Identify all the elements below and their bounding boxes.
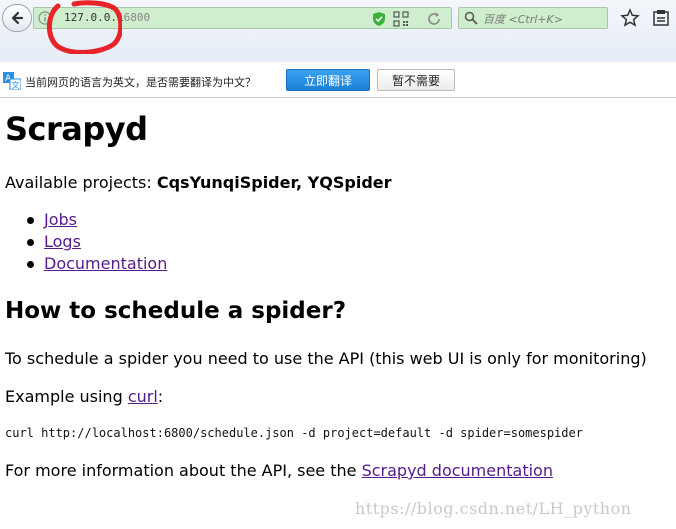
nav-links: Jobs Logs Documentation xyxy=(5,209,167,275)
more-info-text: For more information about the API, see … xyxy=(5,461,362,480)
not-now-button[interactable]: 暂不需要 xyxy=(377,69,455,91)
info-icon xyxy=(38,11,52,25)
watermark: https://blog.csdn.net/LH_python xyxy=(355,499,632,518)
more-info-line: For more information about the API, see … xyxy=(5,461,553,481)
schedule-text: To schedule a spider you need to use the… xyxy=(5,349,647,368)
refresh-icon[interactable] xyxy=(426,11,442,27)
translate-now-button[interactable]: 立即翻译 xyxy=(286,69,370,91)
example-label: Example using xyxy=(5,387,128,406)
bookmark-star-icon[interactable] xyxy=(620,8,640,28)
curl-command: curl http://localhost:6800/schedule.json… xyxy=(5,426,583,440)
qr-code-icon[interactable] xyxy=(393,11,409,27)
back-arrow-icon xyxy=(11,11,24,25)
logs-link[interactable]: Logs xyxy=(44,232,81,251)
address-bar[interactable]: 127.0.0.16800 xyxy=(33,7,452,29)
back-button[interactable] xyxy=(2,4,32,32)
page-title: Scrapyd xyxy=(5,110,148,148)
bookmarks-list-icon[interactable] xyxy=(651,8,671,28)
available-projects: Available projects: CqsYunqiSpider, YQSp… xyxy=(5,173,392,193)
url-text: 127.0.0.16800 xyxy=(64,11,151,24)
list-item: Jobs xyxy=(5,209,167,231)
search-box[interactable]: 百度 <Ctrl+K> xyxy=(458,7,608,29)
search-icon xyxy=(464,11,478,25)
translate-bar: A 文 当前网页的语言为英文，是否需要翻译为中文？ 立即翻译 暂不需要 xyxy=(0,62,676,98)
example-line: Example using curl: xyxy=(5,387,163,407)
section-title: How to schedule a spider? xyxy=(5,298,347,324)
projects-list: CqsYunqiSpider, YQSpider xyxy=(156,173,392,192)
list-item: Documentation xyxy=(5,253,167,275)
list-item: Logs xyxy=(5,231,167,253)
shield-icon[interactable] xyxy=(371,11,387,27)
svg-text:文: 文 xyxy=(12,80,20,90)
documentation-link[interactable]: Documentation xyxy=(44,254,167,273)
translate-message: 当前网页的语言为英文，是否需要翻译为中文？ xyxy=(25,76,256,89)
curl-link[interactable]: curl xyxy=(128,387,158,406)
browser-toolbar: 127.0.0.16800 百度 <Ctrl+K> xyxy=(0,0,676,63)
jobs-link[interactable]: Jobs xyxy=(44,210,77,229)
translate-icon: A 文 xyxy=(3,72,21,90)
search-placeholder: 百度 <Ctrl+K> xyxy=(483,13,563,26)
example-suffix: : xyxy=(157,387,164,406)
available-label: Available projects: xyxy=(5,173,157,192)
scrapyd-docs-link[interactable]: Scrapyd documentation xyxy=(362,461,553,480)
